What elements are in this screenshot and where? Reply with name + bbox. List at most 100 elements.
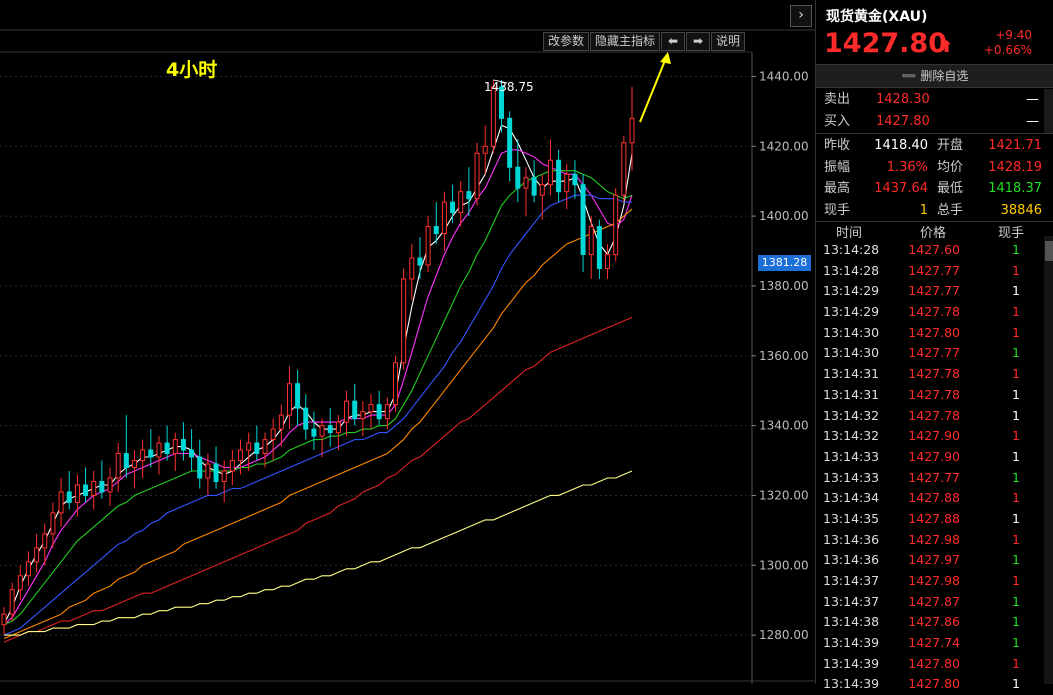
candle-body (433, 226, 439, 235)
tick-row: 13:14:37 1427.98 1 (816, 571, 1044, 592)
ma-line (3, 124, 633, 625)
candle-body (131, 460, 137, 469)
tick-row: 13:14:32 1427.90 1 (816, 426, 1044, 447)
annotation-arrow-line (639, 57, 667, 123)
stat-label: 现手 (824, 202, 851, 218)
candle-body (140, 449, 146, 462)
sell-price: 1428.30 (876, 92, 930, 107)
candle-body (50, 512, 56, 535)
tick-price: 1427.86 (908, 614, 960, 630)
candle-body (417, 257, 423, 266)
divider (816, 133, 1053, 134)
buy-label: 买入 (824, 114, 851, 129)
scroll-right-arrow-icon[interactable]: ➡ (686, 32, 711, 51)
candle-body (450, 201, 456, 214)
candle-body (319, 425, 325, 437)
tick-price: 1427.88 (908, 490, 960, 506)
help-button[interactable]: 说明 (711, 32, 746, 51)
tick-time-header: 时间 (836, 226, 863, 241)
timeframe-label: 4小时 (166, 59, 218, 81)
ma-line (3, 316, 633, 643)
sell-label: 卖出 (824, 92, 851, 107)
tick-row: 13:14:28 1427.77 1 (816, 261, 1044, 282)
tick-table-header: 时间 价格 现手 (816, 222, 1044, 241)
tick-row: 13:14:28 1427.60 1 (816, 240, 1044, 261)
tick-price: 1427.77 (908, 469, 960, 485)
tick-time: 13:14:30 (823, 324, 880, 340)
candle-body (335, 421, 341, 434)
y-tick-label: 1300.00 (759, 558, 809, 572)
tick-row: 13:14:36 1427.98 1 (816, 530, 1044, 551)
candle-body (295, 383, 301, 409)
candle-body (74, 484, 80, 503)
tick-volume: 1 (1012, 635, 1020, 651)
tick-row: 13:14:31 1427.78 1 (816, 364, 1044, 385)
remove-watchlist-button[interactable]: ➖ 删除自选 (816, 64, 1053, 88)
candle-body (238, 449, 244, 462)
candle-body (384, 404, 390, 420)
stat-label: 最高 (824, 181, 851, 196)
tick-time: 13:14:31 (823, 386, 880, 402)
tick-price: 1427.80 (908, 324, 960, 340)
stat-value: 1428.19 (988, 159, 1042, 175)
stat-label: 开盘 (937, 138, 964, 153)
tick-time: 13:14:32 (823, 407, 880, 423)
bid-ask-scrollbar[interactable] (1044, 89, 1053, 133)
tick-volume: 1 (1012, 614, 1020, 630)
tick-row: 13:14:35 1427.88 1 (816, 509, 1044, 530)
tick-time: 13:14:29 (823, 283, 880, 299)
tick-list: 13:14:28 1427.60 1 13:14:28 1427.77 1 13:14:29… (816, 240, 1044, 695)
tick-volume: 1 (1012, 366, 1020, 382)
candle-body (164, 442, 170, 455)
chart-area[interactable]: 1440.00 1420.00 1400.00 1380.00 1360.00 1340.… (0, 0, 815, 684)
candle-body (58, 491, 64, 514)
ma-line (3, 149, 633, 626)
candle-body (621, 142, 627, 196)
candle-body (507, 117, 513, 168)
hide-main-indicator-button[interactable]: 隐藏主指标 (590, 32, 661, 51)
candle-body (83, 484, 89, 496)
chart-toolbar: 改参数 隐藏主指标 ⬅ ➡ 说明 (543, 32, 746, 51)
tick-time: 13:14:35 (823, 510, 880, 526)
candle-body (523, 177, 529, 189)
instrument-title: 现货黄金(XAU) (826, 9, 928, 25)
candle-body (572, 173, 578, 186)
tick-time: 13:14:39 (823, 655, 880, 671)
candle-body (344, 400, 350, 423)
candle-body (311, 428, 317, 437)
tick-price: 1427.98 (908, 573, 960, 588)
edit-params-button[interactable]: 改参数 (543, 32, 590, 51)
tick-row: 13:14:36 1427.97 1 (816, 550, 1044, 571)
stat-value: 1437.64 (874, 181, 928, 196)
tick-price: 1427.78 (908, 304, 960, 320)
candle-body (515, 166, 521, 189)
candle-body (270, 428, 276, 441)
tick-scrollbar-thumb[interactable] (1045, 241, 1053, 261)
tick-price: 1427.78 (908, 407, 960, 423)
tick-volume: 1 (1012, 531, 1020, 547)
candle-body (148, 449, 154, 458)
tick-price: 1427.77 (908, 345, 960, 361)
ma-line (3, 170, 633, 626)
tick-time: 13:14:33 (823, 469, 880, 485)
tick-price: 1427.98 (908, 531, 960, 547)
stat-label: 均价 (937, 159, 964, 175)
tick-price: 1427.90 (908, 448, 960, 464)
scroll-left-arrow-icon[interactable]: ⬅ (661, 32, 686, 51)
candle-body (539, 184, 545, 196)
kline-chart[interactable]: 1440.00 1420.00 1400.00 1380.00 1360.00 1340.… (0, 0, 815, 684)
annotation-arrow-head (660, 52, 671, 64)
tick-row: 13:14:37 1427.87 1 (816, 592, 1044, 613)
sell-volume: — (1026, 92, 1039, 107)
stat-value: 1421.71 (988, 138, 1042, 153)
expand-panel-icon[interactable]: › (790, 5, 812, 27)
tick-price: 1427.80 (908, 676, 960, 692)
y-tick-label: 1280.00 (759, 628, 809, 642)
stat-value: 1418.40 (874, 138, 928, 153)
price-change-percent: +0.66% (983, 43, 1032, 57)
tick-volume: 1 (1012, 655, 1020, 671)
tick-scrollbar[interactable] (1044, 236, 1053, 684)
candle-body (401, 278, 407, 364)
candle-body (189, 449, 195, 458)
tick-row: 13:14:33 1427.77 1 (816, 468, 1044, 489)
